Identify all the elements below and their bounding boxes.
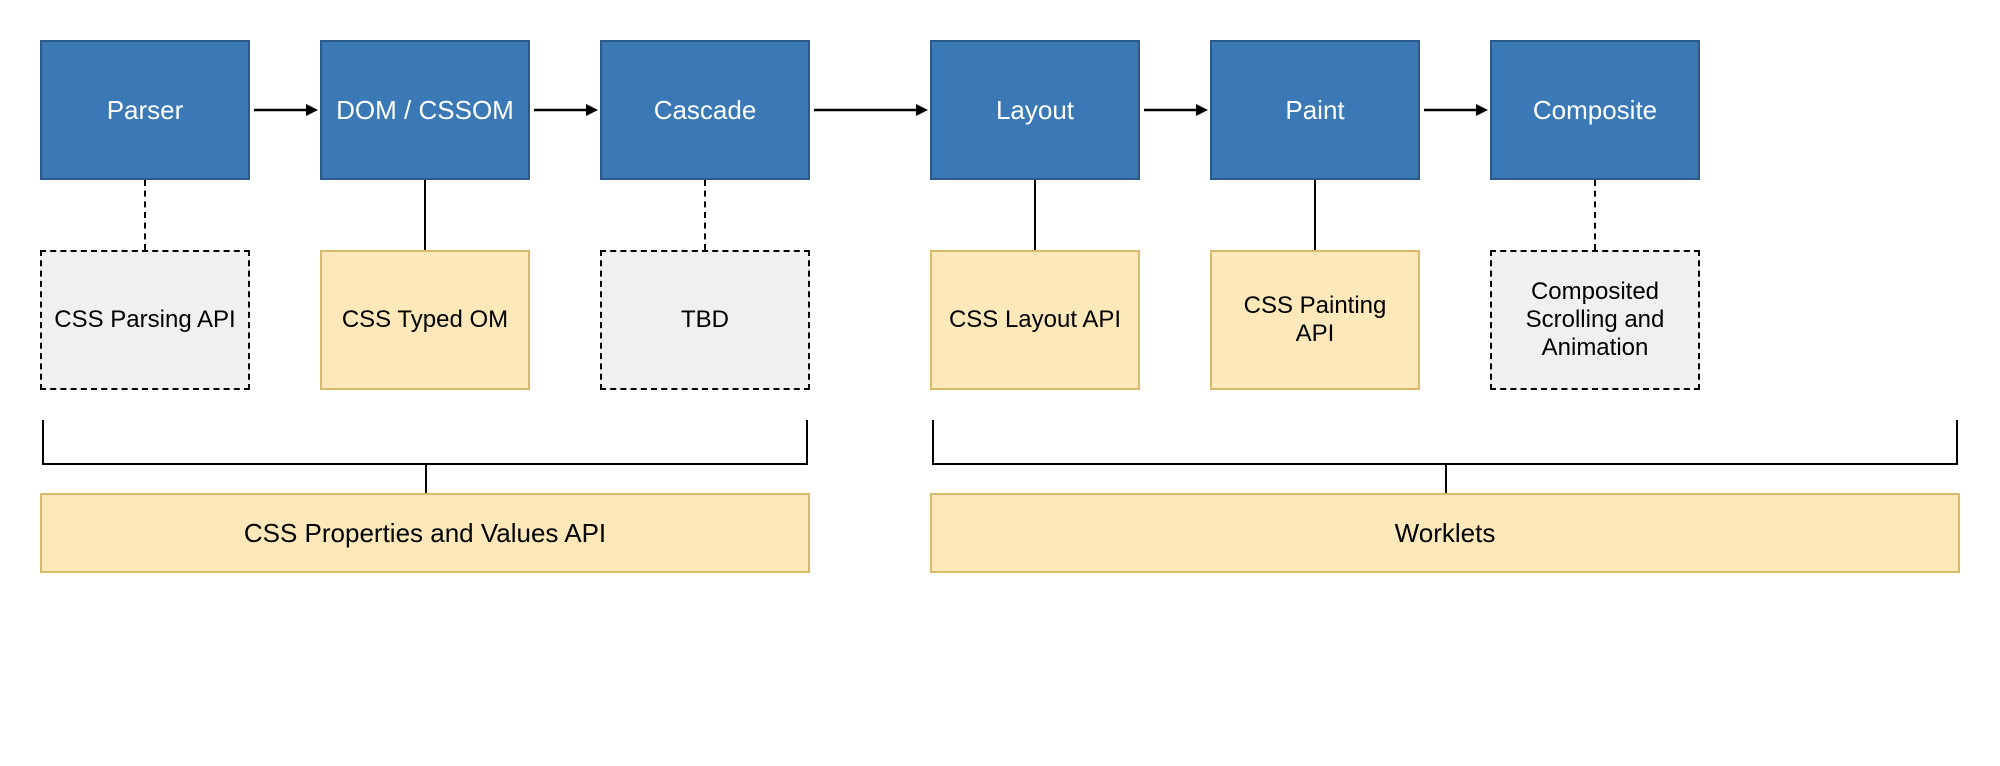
stage-dom-cssom: DOM / CSSOM: [320, 40, 530, 180]
connector-line: [1034, 180, 1036, 250]
api-css-painting: CSS Painting API: [1210, 250, 1420, 390]
arrow-icon: [810, 40, 930, 180]
connector-line-dashed: [144, 180, 146, 250]
api-css-layout: CSS Layout API: [930, 250, 1140, 390]
api-row: CSS Parsing API CSS Typed OM TBD CSS Lay…: [40, 250, 1960, 390]
group-css-properties-values: CSS Properties and Values API: [40, 493, 810, 573]
connector-line: [424, 180, 426, 250]
stage-paint: Paint: [1210, 40, 1420, 180]
arrow-icon: [1140, 40, 1210, 180]
group-worklets: Worklets: [930, 493, 1960, 573]
stage-composite: Composite: [1490, 40, 1700, 180]
css-houdini-diagram: Parser DOM / CSSOM Cascade Layout Paint …: [40, 40, 1960, 573]
api-css-parsing: CSS Parsing API: [40, 250, 250, 390]
arrow-icon: [530, 40, 600, 180]
connector-line-dashed: [704, 180, 706, 250]
connector-row: [40, 180, 1960, 250]
pipeline-row: Parser DOM / CSSOM Cascade Layout Paint …: [40, 40, 1960, 180]
api-composited-scrolling: Composited Scrolling and Animation: [1490, 250, 1700, 390]
api-tbd: TBD: [600, 250, 810, 390]
connector-line-dashed: [1594, 180, 1596, 250]
stage-layout: Layout: [930, 40, 1140, 180]
bracket-row: [40, 420, 1960, 465]
connector-line: [1314, 180, 1316, 250]
bracket-left: [42, 420, 808, 465]
stage-cascade: Cascade: [600, 40, 810, 180]
bracket-right: [932, 420, 1958, 465]
api-css-typed-om: CSS Typed OM: [320, 250, 530, 390]
footer-row: CSS Properties and Values API Worklets: [40, 465, 1960, 573]
stage-parser: Parser: [40, 40, 250, 180]
arrow-icon: [1420, 40, 1490, 180]
arrow-icon: [250, 40, 320, 180]
